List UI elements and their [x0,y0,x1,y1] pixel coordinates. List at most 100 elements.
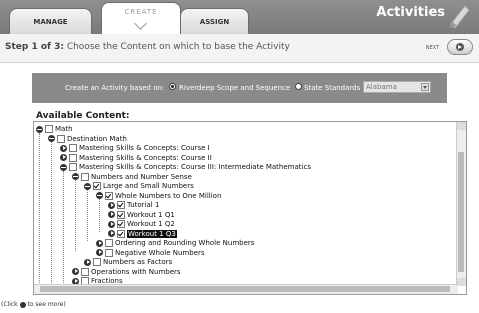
tree-item[interactable]: Large and Small Numbers [84,182,194,191]
expand-icon[interactable] [96,249,103,256]
tree-item-label: Destination Math [67,134,127,143]
step-prefix: Step 1 of 3: [5,42,64,52]
tree-item-label: Workout 1 Q1 [127,210,175,219]
tree-item-checkbox[interactable] [105,248,113,257]
tree-item-checkbox[interactable] [69,153,77,162]
expand-icon[interactable] [96,239,103,247]
expand-icon[interactable] [60,144,67,152]
tree-item[interactable]: Mastering Skills & Concepts: Course II [60,153,212,163]
tree-item-checkbox[interactable] [57,134,65,143]
activities-icon [449,5,470,29]
collapse-icon[interactable] [36,125,43,133]
tree-item[interactable]: Numbers as Factors [84,258,172,267]
tree-item[interactable]: Workout 1 Q1 [108,210,175,220]
tree-item-checkbox[interactable] [81,267,89,276]
dropdown-arrow-icon [421,83,429,91]
horizontal-scrollbar[interactable] [34,284,458,294]
collapse-icon[interactable] [60,163,67,171]
expand-icon[interactable] [108,220,115,228]
create-based-on-label: Create an Activity based on: [65,84,165,92]
tree-item-checkbox[interactable] [105,239,113,247]
tree-item-label: Whole Numbers to One Million [115,191,222,200]
tree-item-checkbox[interactable] [69,144,77,152]
tree-item-label: Mastering Skills & Concepts: Course I [79,144,210,152]
scroll-up-icon[interactable] [457,122,466,130]
tab-assign[interactable]: ASSIGN [180,8,249,34]
tree-item-checkbox[interactable] [117,210,125,219]
tree-item[interactable]: Whole Numbers to One Million [96,191,222,201]
tree-item-label: Workout 1 Q3 [127,229,177,238]
arrow-right-icon [456,43,464,51]
collapse-icon[interactable] [84,182,91,190]
tree-item-label: Numbers and Number Sense [91,172,192,181]
expand-icon[interactable] [108,201,115,209]
tab-create[interactable]: CREATE [101,2,181,34]
tree-item[interactable]: Mastering Skills & Concepts: Course III:… [60,163,311,172]
tree-guide-line [75,180,76,251]
expand-icon[interactable] [108,230,115,237]
tree-item-checkbox[interactable] [117,220,125,228]
tree-item-label: Ordering and Rounding Whole Numbers [115,239,255,247]
tab-manage[interactable]: MANAGE [9,8,92,34]
tree-item[interactable]: Destination Math [48,134,127,144]
tree-item-label: Numbers as Factors [103,258,173,266]
tree-item-checkbox[interactable] [93,258,101,266]
expand-icon[interactable] [60,154,67,161]
tree-item[interactable]: Numbers and Number Sense [72,172,192,182]
tree-item-label: Mastering Skills & Concepts: Course II [79,153,212,162]
expand-icon[interactable] [108,211,115,218]
tree-item-label: Tutorial 1 [127,201,160,209]
scroll-thumb[interactable] [458,152,464,272]
tree-item-label: Large and Small Numbers [103,182,194,190]
tree-item-checkbox[interactable] [117,229,125,238]
tree-item-label: Mastering Skills & Concepts: Course III:… [79,163,311,171]
tree-item-checkbox[interactable] [93,182,101,190]
tree-item[interactable]: Tutorial 1 [108,201,159,210]
tree-item[interactable]: Math [36,125,73,134]
tree-item[interactable]: Workout 1 Q3 [108,229,177,239]
tree-item-checkbox[interactable] [81,172,89,181]
next-button[interactable] [447,39,473,55]
tree-guide-line [87,189,88,241]
state-standards-radio-label: State Standards [304,84,361,92]
tree-guide-line [51,142,52,289]
state-select-value: Alabama [366,83,397,91]
collapse-icon[interactable] [48,135,55,142]
footnote: (Click to see more) [1,301,66,308]
available-content-heading: Available Content: [36,111,130,121]
expand-icon [19,301,26,308]
state-select[interactable]: Alabama [363,81,431,93]
expand-icon[interactable] [72,268,79,275]
tree-item[interactable]: Workout 1 Q2 [108,220,175,229]
tree-item[interactable]: Negative Whole Numbers [96,248,205,258]
tree-item-label: Operations with Numbers [91,267,181,276]
tree-item[interactable]: Operations with Numbers [72,267,181,277]
expand-icon[interactable] [84,258,91,266]
next-label: NEXT [425,45,439,51]
tree-item-checkbox[interactable] [117,201,125,209]
tree-item-checkbox[interactable] [45,125,53,133]
vertical-scrollbar[interactable] [456,122,466,286]
tree-item-checkbox[interactable] [69,163,77,171]
tree-item[interactable]: Mastering Skills & Concepts: Course I [60,144,210,153]
hscroll-thumb[interactable] [40,286,450,292]
riverdeep-radio[interactable] [169,83,176,90]
tree-item-label: Workout 1 Q2 [127,220,175,228]
tree-item[interactable]: Ordering and Rounding Whole Numbers [96,239,254,248]
tree-guide-line [63,170,64,289]
activity-basis-options: Create an Activity based on: Riverdeep S… [32,73,447,103]
page-title: Activities [376,5,445,20]
collapse-icon[interactable] [96,192,103,199]
collapse-icon[interactable] [72,173,79,180]
tree-item-label: Negative Whole Numbers [115,248,205,257]
chevron-down-icon [134,17,147,30]
tree-item-checkbox[interactable] [105,191,113,200]
step-text: Choose the Content on which to base the … [63,42,290,52]
state-standards-radio[interactable] [295,83,302,90]
footnote-pre: (Click [1,301,18,308]
tree-item-label: Math [55,125,73,133]
tree-guide-line [99,199,100,232]
scroll-down-icon[interactable] [457,278,466,286]
content-tree[interactable]: Math Destination Math Mastering Skills & C… [33,121,467,295]
header-bar: MANAGE CREATE ASSIGN Activities [0,0,479,34]
